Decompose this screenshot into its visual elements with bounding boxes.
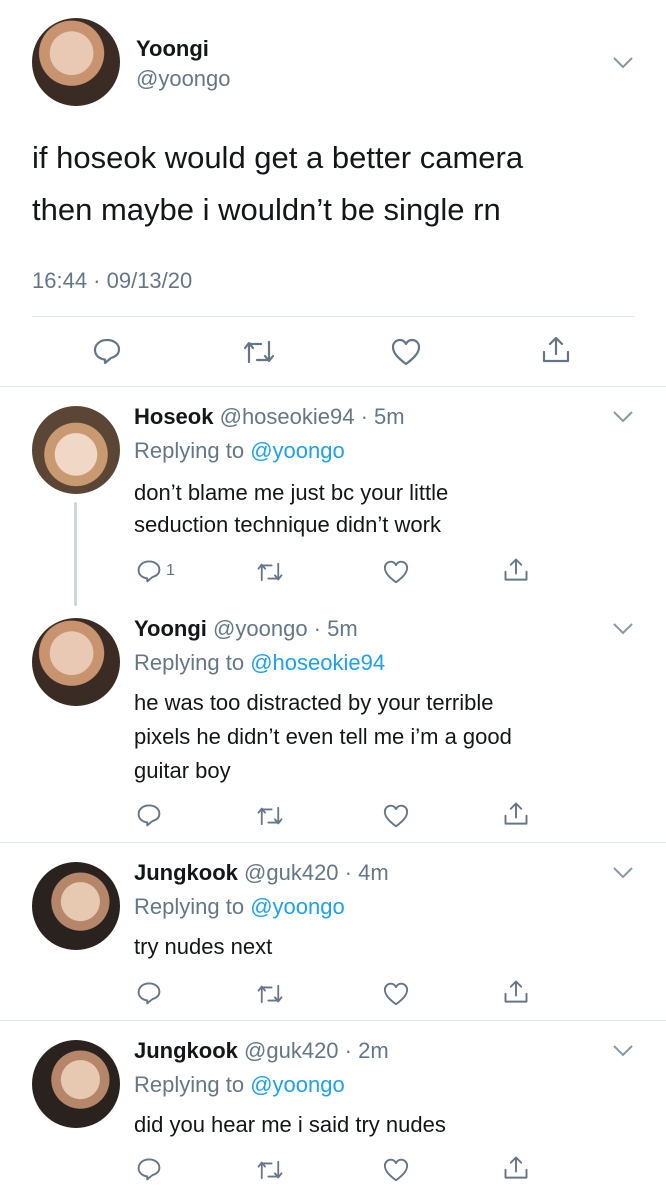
reply-text-line: did you hear me i said try nudes — [134, 1112, 446, 1137]
reply-text-line: he was too distracted by your terrible — [134, 690, 494, 715]
like-button[interactable] — [382, 982, 410, 1006]
chevron-down-icon[interactable] — [612, 56, 634, 70]
reply-header: Yoongi @yoongo · 5m — [134, 616, 358, 642]
mention-link[interactable]: @yoongo — [250, 438, 345, 463]
tweet-text-line: if hoseok would get a better camera — [32, 140, 524, 175]
avatar[interactable] — [32, 406, 120, 494]
reply-text-line: guitar boy — [134, 758, 231, 783]
avatar[interactable] — [32, 618, 120, 706]
share-icon — [542, 336, 570, 363]
divider — [0, 842, 666, 843]
reply-button[interactable] — [136, 980, 162, 1006]
retweet-button[interactable] — [256, 1158, 284, 1182]
share-icon — [504, 802, 528, 825]
author-name[interactable]: Hoseok — [134, 404, 213, 429]
chevron-down-icon[interactable] — [612, 410, 634, 424]
reply-icon — [137, 560, 161, 583]
divider — [0, 1020, 666, 1021]
chevron-down-icon[interactable] — [612, 1044, 634, 1058]
retweet-icon — [257, 562, 283, 582]
share-icon — [504, 980, 528, 1003]
like-icon — [391, 338, 421, 366]
reply-icon — [93, 338, 121, 365]
share-button[interactable] — [540, 334, 572, 366]
share-button[interactable] — [502, 556, 530, 584]
retweet-icon — [257, 806, 283, 826]
like-button[interactable] — [382, 560, 410, 584]
like-button[interactable] — [390, 338, 422, 366]
divider — [32, 316, 634, 317]
reply-icon — [137, 1158, 161, 1181]
like-icon — [383, 1158, 409, 1182]
author-meta[interactable]: @guk420 · 4m — [244, 860, 389, 885]
reply-button[interactable] — [92, 336, 122, 366]
avatar[interactable] — [32, 18, 120, 106]
tweet-text-line: then maybe i wouldn’t be single rn — [32, 192, 501, 227]
mention-link[interactable]: @yoongo — [250, 894, 345, 919]
retweet-icon — [243, 340, 275, 364]
reply-count: 1 — [166, 562, 175, 579]
like-button[interactable] — [382, 804, 410, 828]
replying-to: Replying to @hoseokie94 — [134, 650, 386, 675]
divider — [0, 386, 666, 387]
author-name[interactable]: Jungkook — [134, 860, 238, 885]
retweet-button[interactable] — [256, 982, 284, 1006]
like-icon — [383, 560, 409, 584]
reply-text-line: don’t blame me just bc your little — [134, 480, 449, 505]
reply-text-line: seduction technique didn’t work — [134, 512, 441, 537]
like-button[interactable] — [382, 1158, 410, 1182]
replying-to: Replying to @yoongo — [134, 438, 345, 463]
replying-to: Replying to @yoongo — [134, 1072, 345, 1097]
reply-button[interactable] — [136, 1156, 162, 1182]
thread-connector — [74, 502, 77, 606]
reply-icon — [137, 982, 161, 1005]
retweet-icon — [257, 984, 283, 1004]
like-icon — [383, 982, 409, 1006]
author-meta[interactable]: @yoongo · 5m — [213, 616, 358, 641]
author-meta[interactable]: @guk420 · 2m — [244, 1038, 389, 1063]
chevron-down-icon[interactable] — [612, 866, 634, 880]
chevron-down-icon[interactable] — [612, 622, 634, 636]
author-name[interactable]: Yoongi — [134, 616, 207, 641]
share-icon — [504, 1156, 528, 1179]
reply-header: Hoseok @hoseokie94 · 5m — [134, 404, 405, 430]
tweet-timestamp[interactable]: 16:44 · 09/13/20 — [32, 268, 192, 294]
avatar[interactable] — [32, 1040, 120, 1128]
share-icon — [504, 558, 528, 581]
reply-header: Jungkook @guk420 · 4m — [134, 860, 389, 886]
reply-header: Jungkook @guk420 · 2m — [134, 1038, 389, 1064]
share-button[interactable] — [502, 800, 530, 828]
avatar[interactable] — [32, 862, 120, 950]
like-icon — [383, 804, 409, 828]
author-name[interactable]: Yoongi — [136, 36, 209, 62]
reply-text-line: pixels he didn’t even tell me i’m a good — [134, 724, 512, 749]
retweet-button[interactable] — [256, 560, 284, 584]
share-button[interactable] — [502, 978, 530, 1006]
author-meta[interactable]: @hoseokie94 · 5m — [220, 404, 405, 429]
share-button[interactable] — [502, 1154, 530, 1182]
reply-icon — [137, 804, 161, 827]
reply-text-line: try nudes next — [134, 934, 273, 959]
author-handle[interactable]: @yoongo — [136, 66, 231, 92]
replying-to: Replying to @yoongo — [134, 894, 345, 919]
retweet-button[interactable] — [256, 804, 284, 828]
mention-link[interactable]: @yoongo — [250, 1072, 345, 1097]
author-name[interactable]: Jungkook — [134, 1038, 238, 1063]
reply-button[interactable]: 1 — [136, 558, 175, 584]
reply-button[interactable] — [136, 802, 162, 828]
retweet-button[interactable] — [242, 338, 276, 366]
mention-link[interactable]: @hoseokie94 — [250, 650, 385, 675]
retweet-icon — [257, 1160, 283, 1180]
